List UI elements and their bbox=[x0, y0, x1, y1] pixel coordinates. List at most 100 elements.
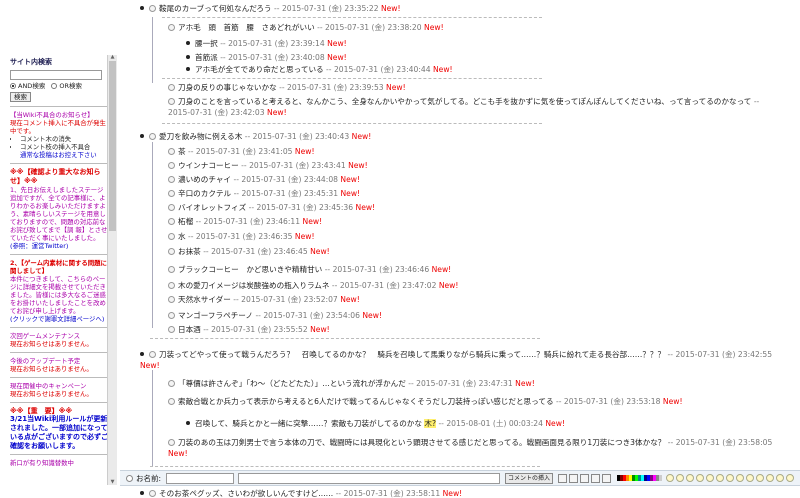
reply-radio[interactable] bbox=[168, 398, 175, 405]
reply-radio[interactable] bbox=[126, 475, 133, 482]
scrollbar-thumb[interactable] bbox=[109, 61, 116, 231]
reply-radio[interactable] bbox=[168, 266, 175, 273]
reply-radio[interactable] bbox=[168, 218, 175, 225]
reply-radio[interactable] bbox=[149, 490, 156, 497]
reply-radio[interactable] bbox=[168, 204, 175, 211]
emoticon-icon[interactable] bbox=[696, 474, 704, 482]
new-badge: New! bbox=[424, 23, 444, 32]
comment-input[interactable] bbox=[238, 473, 500, 484]
comment-text: 召喚して、騎兵とかと一緒に突撃……？索敵も刀装がしてるのかな bbox=[195, 419, 422, 428]
sidebar-footer-text: 新口が有り知識替数中 bbox=[10, 459, 74, 468]
comment-date: 2015-07-31 (金) 23:53:18 bbox=[563, 397, 661, 406]
important-title-2: 2、【ゲーム内素材に関する問題に関しまして】 bbox=[10, 258, 107, 275]
comment-item: アホ毛 頭 首筋 腰 さあどれがいい -- 2015-07-31 (金) 23:… bbox=[168, 22, 444, 34]
new-badge: New! bbox=[327, 39, 347, 48]
emoticon-icon[interactable] bbox=[726, 474, 734, 482]
reply-radio[interactable] bbox=[149, 351, 156, 358]
comment-item: 刀身のことを言っていると考えると、なんかこう、全身なんかいやかって気がしてる。ど… bbox=[168, 96, 780, 118]
bullet-icon bbox=[186, 55, 190, 59]
notice-link[interactable]: 通常な投稿はお控え下さい bbox=[10, 151, 108, 159]
comment-date: 2015-07-31 (金) 23:43:41 bbox=[249, 161, 346, 170]
bullet-icon bbox=[140, 134, 144, 138]
comment-date: 2015-07-31 (金) 23:45:31 bbox=[241, 189, 339, 198]
emoticon-icon[interactable] bbox=[746, 474, 754, 482]
format-c-icon[interactable] bbox=[602, 474, 611, 483]
emoticon-icon[interactable] bbox=[686, 474, 694, 482]
and-label: AND検索 bbox=[18, 81, 46, 90]
and-radio[interactable] bbox=[10, 82, 16, 89]
bullet-icon bbox=[186, 421, 190, 425]
comment-date: 2015-07-31 (金) 23:46:11 bbox=[203, 217, 301, 226]
name-input[interactable] bbox=[166, 473, 234, 484]
new-badge: New! bbox=[515, 379, 535, 388]
new-badge: New! bbox=[355, 203, 376, 212]
site-search-input[interactable] bbox=[10, 69, 102, 80]
reply-radio[interactable] bbox=[168, 24, 175, 31]
reply-radio[interactable] bbox=[168, 233, 175, 240]
campaign-title[interactable]: 現在開催中のキャンペーン bbox=[10, 382, 108, 390]
reply-radio[interactable] bbox=[149, 5, 156, 12]
format-b-icon[interactable] bbox=[558, 474, 567, 483]
comment-date: 2015-07-31 (金) 23:46:46 bbox=[332, 265, 430, 274]
reply-radio[interactable] bbox=[168, 148, 175, 155]
reply-radio[interactable] bbox=[168, 326, 175, 333]
emoticon-icon[interactable] bbox=[706, 474, 714, 482]
new-badge: New! bbox=[380, 4, 401, 13]
rule-text[interactable]: 3/21当Wiki利用ルールが更新されました。一部追加になっている点がございます… bbox=[10, 415, 108, 450]
apology-link[interactable]: (クリックで謝罪文詳細ページへ) bbox=[10, 315, 108, 323]
reply-radio[interactable] bbox=[149, 133, 156, 140]
emoticon-icon[interactable] bbox=[666, 474, 674, 482]
comment-item: 索敵合戦とか兵力って表示から考えると6人だけで戦ってるんじゃなくそうだし刀装持っ… bbox=[168, 396, 780, 407]
notice-title[interactable]: 【当Wiki不具合のお知らせ】 bbox=[10, 111, 108, 119]
emoticon-icon[interactable] bbox=[676, 474, 684, 482]
comment-date: 2015-07-31 (金) 23:47:02 bbox=[339, 281, 437, 290]
important-text-1: 1、先日お伝えしましたステージ追加ですが、全ての記事様に、よりわかるお楽しみいた… bbox=[10, 185, 108, 242]
reply-radio[interactable] bbox=[168, 98, 175, 105]
important-source-link[interactable]: (参照：運営Twitter) bbox=[10, 242, 108, 250]
or-radio[interactable] bbox=[51, 82, 58, 89]
format-s-icon[interactable] bbox=[591, 474, 600, 483]
comment-text: 愛刀を飲み物に例える木 bbox=[159, 132, 243, 141]
insert-comment-button[interactable]: コメントの挿入 bbox=[505, 473, 553, 484]
sidebar-scrollbar[interactable]: ▲ ▼ bbox=[107, 55, 117, 485]
reply-radio[interactable] bbox=[168, 312, 175, 319]
emoticon-icon[interactable] bbox=[736, 474, 744, 482]
format-i-icon[interactable] bbox=[569, 474, 578, 483]
reply-radio[interactable] bbox=[168, 176, 175, 183]
scroll-down-icon[interactable]: ▼ bbox=[109, 480, 116, 485]
reply-radio[interactable] bbox=[168, 439, 175, 446]
color-swatch[interactable] bbox=[659, 475, 662, 481]
divider bbox=[162, 123, 542, 124]
emoticon-icon[interactable] bbox=[776, 474, 784, 482]
separator: -- bbox=[217, 53, 229, 62]
comment-item: アホ毛が全てであり命だと思っている -- 2015-07-31 (金) 23:4… bbox=[186, 64, 453, 76]
separator: -- bbox=[231, 189, 242, 198]
scroll-up-icon[interactable]: ▲ bbox=[109, 55, 116, 60]
reply-radio[interactable] bbox=[168, 190, 175, 197]
comment-item: 召喚して、騎兵とかと一緒に突撃……？索敵も刀装がしてるのかな 木? -- 201… bbox=[186, 418, 565, 430]
maint-title[interactable]: 次回ゲームメンテナンス bbox=[10, 332, 108, 340]
reply-radio[interactable] bbox=[168, 162, 175, 169]
emoticon-icon[interactable] bbox=[756, 474, 764, 482]
separator: -- bbox=[323, 65, 334, 74]
comment-date: 2015-07-31 (金) 23:46:35 bbox=[195, 232, 293, 241]
divider bbox=[10, 351, 108, 353]
rule-title: ※※【重 要】※※ bbox=[10, 406, 73, 415]
separator: -- bbox=[553, 397, 564, 406]
emoticon-icon[interactable] bbox=[786, 474, 794, 482]
new-badge: New! bbox=[294, 147, 315, 156]
comment-item: 刀装ってどやって使って戦うんだろう？ 召喚してるのかな？ 騎兵を召喚して馬乗りな… bbox=[140, 349, 780, 371]
format-u-icon[interactable] bbox=[580, 474, 589, 483]
emoticon-icon[interactable] bbox=[716, 474, 724, 482]
search-button[interactable]: 検索 bbox=[10, 91, 31, 102]
emoticon-icon[interactable] bbox=[766, 474, 774, 482]
new-badge: New! bbox=[340, 295, 360, 304]
update-title[interactable]: 今後のアップデート予定 bbox=[10, 357, 108, 365]
reply-radio[interactable] bbox=[168, 282, 175, 289]
reply-radio[interactable] bbox=[168, 296, 175, 303]
reply-radio[interactable] bbox=[168, 380, 175, 387]
comment-item: お抹茶 -- 2015-07-31 (金) 23:46:45 New! bbox=[168, 246, 330, 258]
reply-radio[interactable] bbox=[168, 248, 175, 255]
divider bbox=[162, 17, 542, 18]
reply-radio[interactable] bbox=[168, 84, 175, 91]
